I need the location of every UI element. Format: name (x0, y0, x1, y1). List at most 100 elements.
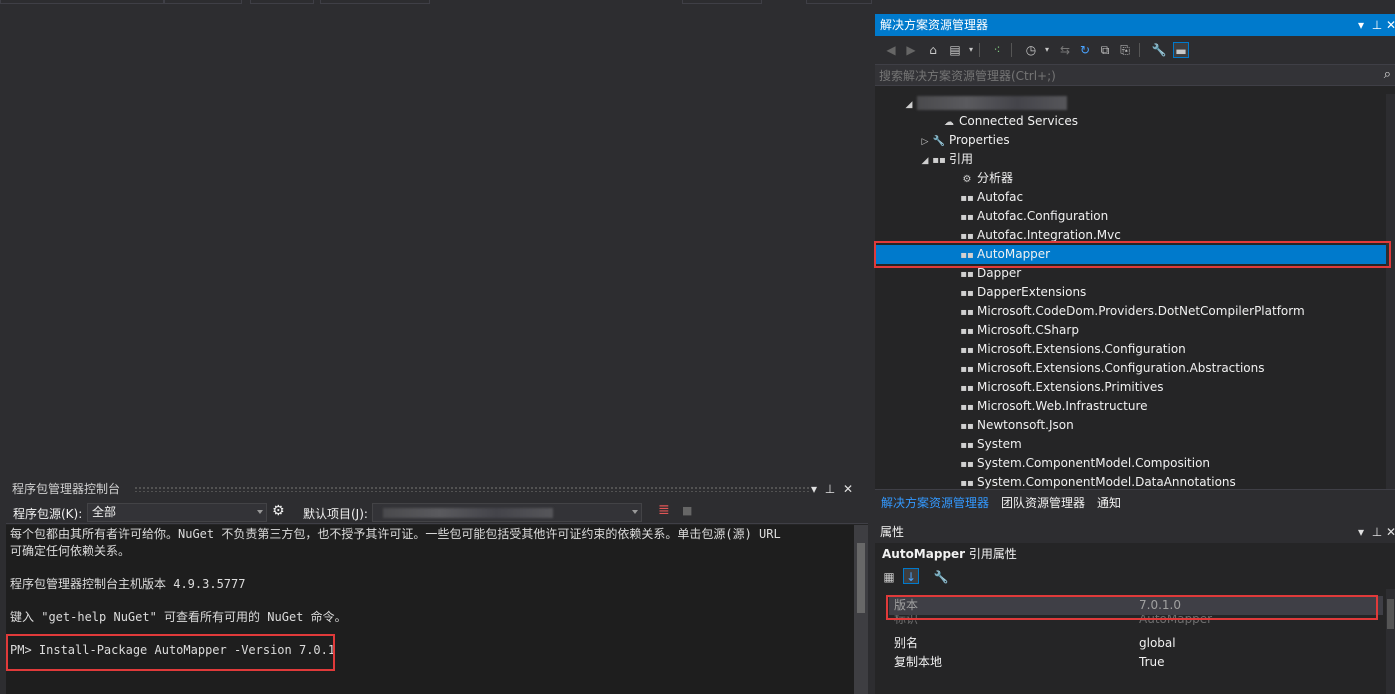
solution-explorer-search[interactable]: ⌕ (875, 64, 1395, 86)
tree-item-connected-services[interactable]: ☁ Connected Services (929, 112, 1078, 131)
dropdown-icon[interactable]: ▾ (1353, 521, 1369, 543)
refresh-icon[interactable]: ↻ (1077, 42, 1093, 58)
document-tab[interactable] (0, 0, 164, 4)
console-title-bar: 程序包管理器控制台 ▾ ⊥ ✕ (6, 478, 868, 500)
pending-changes-icon[interactable]: ⁖ (989, 42, 1005, 58)
dropdown-icon[interactable]: ▾ (1353, 14, 1369, 36)
analyzer-icon: ⚙ (962, 174, 972, 185)
reference-icon: ▪▪ (960, 193, 974, 204)
close-icon[interactable]: ✕ (1383, 521, 1395, 543)
package-source-label: 程序包源(K): (13, 507, 83, 521)
categorized-icon[interactable]: ▦ (881, 569, 897, 585)
solution-explorer: 解决方案资源管理器 ▾ ⊥ ✕ ◀ ▶ ⌂ ▤ ▾ ⁖ ◷ ▾ ⇆ ↻ ⧉ ⎘ … (875, 14, 1395, 514)
alphabetical-icon[interactable]: ↓ (903, 568, 919, 584)
property-row-aliases[interactable]: 别名 global (889, 634, 1383, 653)
console-line: 可确定任何依赖关系。 (10, 543, 131, 558)
tree-item-label: Autofac (977, 190, 1024, 204)
reference-item[interactable]: ▪▪ Autofac.Configuration (947, 207, 1108, 226)
close-icon[interactable]: ✕ (840, 478, 856, 500)
reference-item-selected[interactable]: ▪▪ AutoMapper (947, 245, 1050, 264)
reference-icon: ▪▪ (960, 364, 974, 375)
console-scrollbar[interactable] (854, 525, 868, 694)
document-tab[interactable] (806, 0, 872, 4)
expanded-icon[interactable]: ◢ (903, 96, 915, 115)
switch-views-icon[interactable]: ▤ (947, 42, 963, 58)
tree-item-properties[interactable]: ▷ 🔧 Properties (919, 131, 1010, 150)
back-icon[interactable]: ◀ (883, 42, 899, 58)
chevron-down-icon[interactable]: ▾ (1039, 42, 1055, 58)
reference-item[interactable]: ▪▪ Newtonsoft.Json (947, 416, 1073, 435)
reference-icon: ▪▪ (960, 478, 974, 489)
tab-solution-explorer[interactable]: 解决方案资源管理器 (881, 494, 989, 511)
reference-item[interactable]: ▪▪ Autofac (947, 188, 1023, 207)
document-tab[interactable] (320, 0, 430, 4)
collapse-all-icon[interactable]: ⧉ (1097, 42, 1113, 58)
sync-icon[interactable]: ⇆ (1057, 42, 1073, 58)
reference-item[interactable]: ▪▪ Microsoft.Extensions.Configuration.Abs… (947, 359, 1264, 378)
solution-search-input[interactable] (879, 67, 1369, 84)
cloud-icon: ☁ (944, 117, 954, 128)
console-output[interactable]: 每个包都由其所有者许可给你。NuGet 不负责第三方包，也不授予其许可证。一些包… (6, 525, 854, 694)
stop-icon[interactable]: ■ (682, 504, 692, 517)
forward-icon[interactable]: ▶ (903, 42, 919, 58)
reference-item[interactable]: ▪▪ System.ComponentModel.DataAnnotations (947, 473, 1236, 489)
document-tab[interactable] (250, 0, 314, 4)
show-all-files-icon[interactable]: ⎘ (1117, 42, 1133, 58)
home-icon[interactable]: ⌂ (925, 42, 941, 58)
property-row-copy-local[interactable]: 复制本地 True (889, 653, 1383, 672)
package-source-select[interactable]: 全部 (87, 503, 267, 522)
pin-icon[interactable]: ⊥ (822, 478, 838, 500)
property-row-version[interactable]: 版本 7.0.1.0 (889, 596, 1383, 615)
default-project-label: 默认项目(J): (303, 507, 368, 521)
gear-icon[interactable]: ⚙ (272, 503, 285, 519)
history-icon[interactable]: ◷ (1023, 42, 1039, 58)
preview-selected-icon[interactable]: ▬ (1173, 42, 1189, 58)
dropdown-icon[interactable]: ▾ (806, 478, 822, 500)
reference-item[interactable]: ▪▪ System.ComponentModel.Composition (947, 454, 1210, 473)
reference-item[interactable]: ▪▪ Autofac.Integration.Mvc (947, 226, 1121, 245)
document-tab[interactable] (164, 0, 242, 4)
reference-item[interactable]: ▪▪ Microsoft.CSharp (947, 321, 1079, 340)
reference-item[interactable]: ▪▪ System (947, 435, 1022, 454)
tree-item-label: Microsoft.CodeDom.Providers.DotNetCompil… (977, 304, 1305, 318)
properties-scrollbar[interactable] (1386, 589, 1395, 694)
reference-item[interactable]: ▪▪ DapperExtensions (947, 283, 1086, 302)
reference-item[interactable]: ▪▪ Microsoft.CodeDom.Providers.DotNetComp… (947, 302, 1305, 321)
tree-scrollbar[interactable] (1386, 94, 1395, 489)
reference-item[interactable]: ▪▪ Microsoft.Extensions.Configuration (947, 340, 1186, 359)
property-pages-icon[interactable]: 🔧 (933, 569, 949, 585)
solution-explorer-tabs: 解决方案资源管理器 团队资源管理器 通知 (875, 489, 1395, 514)
package-source-value: 全部 (92, 505, 117, 519)
tab-notifications[interactable]: 通知 (1097, 494, 1121, 511)
document-tab[interactable] (682, 0, 762, 4)
tree-item-label: System.ComponentModel.Composition (977, 456, 1211, 470)
expanded-icon[interactable]: ◢ (919, 152, 931, 171)
tree-item-label: Properties (949, 133, 1010, 147)
reference-item[interactable]: ▪▪ Dapper (947, 264, 1021, 283)
reference-item[interactable]: ▪▪ Microsoft.Web.Infrastructure (947, 397, 1147, 416)
clear-console-icon[interactable]: ≣ (658, 502, 670, 518)
reference-icon: ▪▪ (960, 231, 974, 242)
toolbar-separator (979, 43, 980, 57)
object-name: AutoMapper (882, 547, 966, 561)
tree-item-references[interactable]: ◢ ▪▪ 引用 (919, 150, 973, 169)
drag-grip[interactable] (134, 486, 810, 492)
tab-team-explorer[interactable]: 团队资源管理器 (1001, 494, 1085, 511)
search-icon[interactable]: ⌕ (1384, 67, 1391, 82)
default-project-select[interactable] (372, 503, 642, 522)
scroll-thumb[interactable] (857, 543, 865, 613)
property-value: AutoMapper (1139, 615, 1213, 625)
reference-item[interactable]: ▪▪ Microsoft.Extensions.Primitives (947, 378, 1164, 397)
properties-wrench-icon[interactable]: 🔧 (1151, 42, 1167, 58)
scroll-thumb[interactable] (1387, 599, 1394, 629)
tree-item-analyzers[interactable]: ⚙ 分析器 (947, 169, 1014, 188)
tree-item-label: Microsoft.Extensions.Primitives (977, 380, 1164, 394)
property-row-identity[interactable]: 标识 AutoMapper (889, 615, 1383, 625)
chevron-down-icon[interactable]: ▾ (963, 42, 979, 58)
redacted-project-name (917, 96, 1067, 110)
project-node[interactable]: ◢ (903, 94, 1067, 115)
properties-object-selector[interactable]: AutoMapper 引用属性 (875, 543, 1395, 565)
close-icon[interactable]: ✕ (1383, 14, 1395, 36)
